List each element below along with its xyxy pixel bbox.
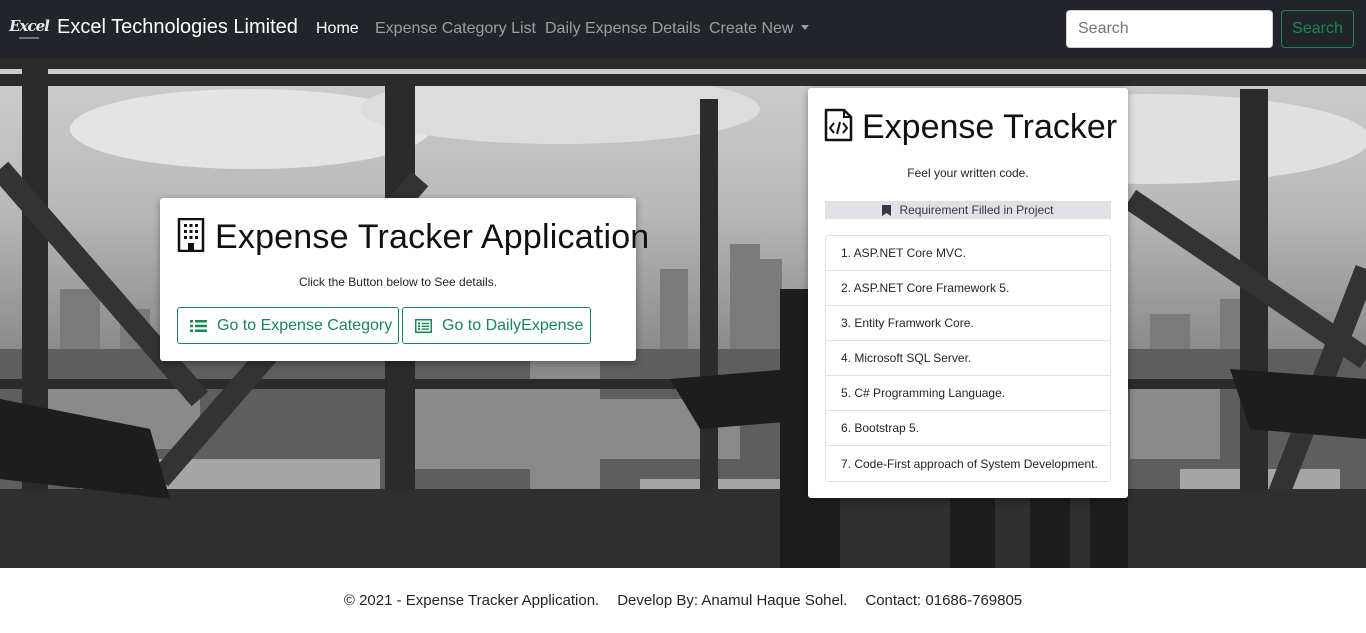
search-button[interactable]: Search (1281, 10, 1354, 48)
requirement-header: Requirement Filled in Project (825, 201, 1111, 219)
go-to-expense-category-label: Go to Expense Category (217, 316, 393, 334)
list-item: 7. Code-First approach of System Develop… (841, 456, 1098, 471)
footer-contact: Contact: 01686-769805 (865, 592, 1023, 609)
go-to-daily-expense-label: Go to DailyExpense (442, 316, 584, 334)
list-item: 3. Entity Framwork Core. (826, 306, 1110, 341)
logo-underline (19, 37, 39, 39)
page-footer: © 2021 - Expense Tracker Application. De… (0, 568, 1366, 633)
list-item: 4. Microsoft SQL Server. (826, 341, 1110, 376)
go-to-expense-category-button[interactable]: Go to Expense Category (177, 307, 399, 344)
file-code-icon (824, 108, 853, 147)
list-icon (190, 319, 207, 333)
list-item: 6. Bootstrap 5. (826, 411, 1110, 446)
list-item: 2. ASP.NET Core Framework 5. (826, 271, 1110, 306)
card-title: Expense Tracker Application (215, 218, 650, 256)
list-item: 5. C# Programming Language. (826, 376, 1110, 411)
card-title: Expense Tracker (862, 108, 1118, 146)
list-item: 1. ASP.NET Core MVC. (826, 236, 1110, 271)
card-subtitle: Feel your written code. (907, 166, 1029, 180)
expense-tracker-application-card: Expense Tracker Application Click the Bu… (160, 198, 649, 361)
nav-daily-expense-details[interactable]: Daily Expense Details (545, 20, 701, 38)
logo-text: Excel (9, 17, 50, 35)
requirements-list: 1. ASP.NET Core MVC. 2. ASP.NET Core Fra… (825, 235, 1111, 482)
requirement-header-label: Requirement Filled in Project (899, 203, 1054, 217)
card-list-icon (415, 318, 432, 333)
footer-developer: Develop By: Anamul Haque Sohel. (617, 592, 848, 609)
bookmark-icon (882, 204, 892, 216)
brand-logo[interactable]: Excel (9, 14, 50, 44)
building-icon (177, 217, 205, 257)
card-subtitle: Click the Button below to See details. (298, 275, 498, 289)
top-navbar: Excel Excel Technologies Limited Home Ex… (0, 0, 1366, 59)
footer-copyright: © 2021 - Expense Tracker Application. (343, 592, 600, 609)
search-input[interactable] (1066, 10, 1273, 48)
nav-expense-category-list[interactable]: Expense Category List (375, 20, 536, 38)
nav-create-new-label: Create New (709, 20, 794, 37)
expense-tracker-card: Expense Tracker Feel your written code. … (808, 88, 1128, 498)
nav-home[interactable]: Home (316, 20, 359, 38)
nav-create-new-dropdown[interactable]: Create New (709, 20, 810, 38)
card-title-row: Expense Tracker Application (177, 217, 650, 257)
card-title-row: Expense Tracker (824, 108, 1117, 147)
go-to-daily-expense-button[interactable]: Go to DailyExpense (402, 307, 591, 344)
brand-name[interactable]: Excel Technologies Limited (57, 16, 298, 39)
chevron-down-icon (801, 25, 810, 30)
